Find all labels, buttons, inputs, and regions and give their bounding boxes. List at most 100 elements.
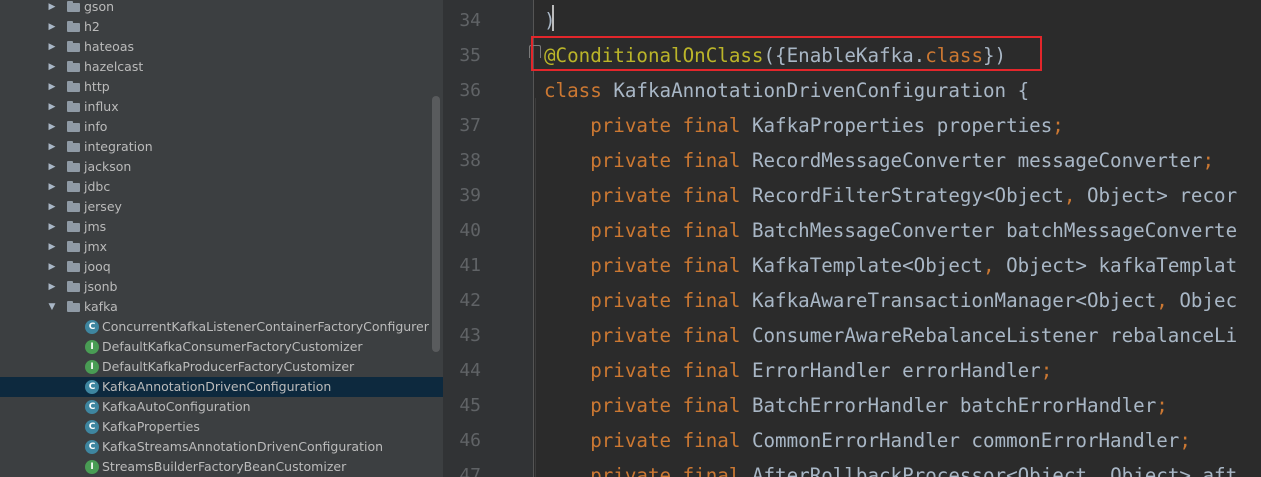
- code-token: KafkaTemplate<Object: [751, 254, 983, 277]
- expand-arrow-right-icon[interactable]: ▶: [47, 120, 57, 134]
- folder-icon: [67, 41, 80, 52]
- folder-icon: [67, 141, 80, 152]
- code-token: ,: [1086, 464, 1111, 477]
- code-text: private final AfterRollbackProcessor<Obj…: [544, 458, 1237, 477]
- tree-folder-jdbc[interactable]: ▶ jdbc: [0, 177, 443, 197]
- code-editor[interactable]: 34) 35 @ConditionalOnClass({EnableKafka.cl…: [443, 0, 1261, 477]
- tree-folder-jsonb[interactable]: ▶ jsonb: [0, 277, 443, 297]
- folder-icon: [67, 201, 80, 212]
- tree-file[interactable]: C KafkaStreamsAnnotationDrivenConfigurati…: [0, 437, 443, 457]
- java-class-icon: C: [85, 400, 99, 414]
- tree-folder-influx[interactable]: ▶ influx: [0, 97, 443, 117]
- tree-folder-jmx[interactable]: ▶ jmx: [0, 237, 443, 257]
- code-line[interactable]: 41 private final KafkaTemplate<Object, O…: [443, 248, 1261, 283]
- expand-arrow-right-icon[interactable]: ▶: [47, 60, 57, 74]
- folder-icon: [67, 181, 80, 192]
- project-tree-panel[interactable]: ▶ gson ▶ h2 ▶ hateoas ▶ hazelcast ▶ http ▶ influx ▶ i…: [0, 0, 443, 477]
- code-line[interactable]: 47 private final AfterRollbackProcessor<…: [443, 458, 1261, 477]
- expand-arrow-right-icon[interactable]: ▶: [47, 180, 57, 194]
- code-token: ErrorHandler errorHandler: [751, 359, 1041, 382]
- code-line[interactable]: 39 private final RecordFilterStrategy<Ob…: [443, 178, 1261, 213]
- code-line[interactable]: 43 private final ConsumerAwareRebalanceL…: [443, 318, 1261, 353]
- code-line[interactable]: 38 private final RecordMessageConverter …: [443, 143, 1261, 178]
- line-number: 38: [459, 150, 481, 171]
- tree-file[interactable]: I DefaultKafkaProducerFactoryCustomizer: [0, 357, 443, 377]
- line-number: 42: [459, 290, 481, 311]
- tree-folder-jooq[interactable]: ▶ jooq: [0, 257, 443, 277]
- folder-icon: [67, 81, 80, 92]
- code-token: Objec: [1179, 289, 1238, 312]
- java-class-icon: C: [85, 320, 99, 334]
- tree-folder-integration[interactable]: ▶ integration: [0, 137, 443, 157]
- expand-arrow-right-icon[interactable]: ▶: [47, 40, 57, 54]
- folder-icon: [67, 241, 80, 252]
- java-interface-icon: I: [85, 460, 99, 474]
- code-line[interactable]: 34): [443, 3, 1261, 38]
- tree-folder-label: jms: [84, 219, 107, 234]
- code-line[interactable]: 40 private final BatchMessageConverter b…: [443, 213, 1261, 248]
- tree-file-selected[interactable]: C KafkaAnnotationDrivenConfiguration: [0, 377, 443, 397]
- tree-file[interactable]: I DefaultKafkaConsumerFactoryCustomizer: [0, 337, 443, 357]
- tree-folder-gson[interactable]: ▶ gson: [0, 0, 443, 17]
- tree-folder-label: hateoas: [84, 39, 134, 54]
- expand-arrow-right-icon[interactable]: ▶: [47, 100, 57, 114]
- tree-folder-hazelcast[interactable]: ▶ hazelcast: [0, 57, 443, 77]
- code-token: private final: [544, 184, 752, 207]
- tree-file[interactable]: C ConcurrentKafkaListenerContainerFactory…: [0, 317, 443, 337]
- code-line[interactable]: 44 private final ErrorHandler errorHandl…: [443, 353, 1261, 388]
- code-token: ;: [1052, 114, 1064, 137]
- tree-folder-label: jooq: [84, 259, 111, 274]
- tree-folder-jms[interactable]: ▶ jms: [0, 217, 443, 237]
- code-line[interactable]: 36 class KafkaAnnotationDrivenConfigurati…: [443, 73, 1261, 108]
- tree-folder-http[interactable]: ▶ http: [0, 77, 443, 97]
- tree-folder-label: jackson: [84, 159, 132, 174]
- code-token: BatchErrorHandler batchErrorHandler: [751, 394, 1157, 417]
- expand-arrow-right-icon[interactable]: ▶: [47, 160, 57, 174]
- code-token: ,: [982, 254, 1007, 277]
- code-line[interactable]: 42 private final KafkaAwareTransactionMa…: [443, 283, 1261, 318]
- annotation-highlight-box: [531, 36, 1042, 71]
- expand-arrow-right-icon[interactable]: ▶: [47, 0, 57, 14]
- code-token: class: [544, 79, 614, 102]
- expand-arrow-right-icon[interactable]: ▶: [47, 200, 57, 214]
- folder-icon: [67, 101, 80, 112]
- tree-folder-jersey[interactable]: ▶ jersey: [0, 197, 443, 217]
- line-number: 39: [459, 185, 481, 206]
- expand-arrow-right-icon[interactable]: ▶: [47, 260, 57, 274]
- tree-file[interactable]: C KafkaProperties: [0, 417, 443, 437]
- line-number: 34: [459, 10, 481, 31]
- expand-arrow-right-icon[interactable]: ▶: [47, 280, 57, 294]
- tree-folder-info[interactable]: ▶ info: [0, 117, 443, 137]
- tree-file[interactable]: C KafkaAutoConfiguration: [0, 397, 443, 417]
- tree-folder-label: integration: [84, 139, 153, 154]
- tree-file[interactable]: I StreamsBuilderFactoryBeanCustomizer: [0, 457, 443, 477]
- line-number: 41: [459, 255, 481, 276]
- expand-arrow-right-icon[interactable]: ▶: [47, 240, 57, 254]
- expand-arrow-right-icon[interactable]: ▶: [47, 80, 57, 94]
- expand-arrow-right-icon[interactable]: ▶: [47, 20, 57, 34]
- java-interface-icon: I: [85, 340, 99, 354]
- java-class-icon: C: [85, 420, 99, 434]
- expand-arrow-down-icon[interactable]: ▼: [47, 300, 57, 314]
- tree-file-label: KafkaAnnotationDrivenConfiguration: [102, 379, 332, 394]
- line-number: 44: [459, 360, 481, 381]
- code-token: private final: [544, 149, 752, 172]
- line-number: 35: [459, 45, 481, 66]
- code-line[interactable]: 46 private final CommonErrorHandler comm…: [443, 423, 1261, 458]
- tree-folder-h2[interactable]: ▶ h2: [0, 17, 443, 37]
- expand-arrow-right-icon[interactable]: ▶: [47, 140, 57, 154]
- code-text: private final KafkaAwareTransactionManag…: [544, 283, 1237, 318]
- folder-icon: [67, 301, 80, 312]
- line-number: 40: [459, 220, 481, 241]
- tree-folder-kafka[interactable]: ▼ kafka: [0, 297, 443, 317]
- code-line[interactable]: 45 private final BatchErrorHandler batch…: [443, 388, 1261, 423]
- folder-icon: [67, 281, 80, 292]
- expand-arrow-right-icon[interactable]: ▶: [47, 220, 57, 234]
- code-token: ;: [1156, 394, 1168, 417]
- tree-folder-hateoas[interactable]: ▶ hateoas: [0, 37, 443, 57]
- code-line[interactable]: 37 private final KafkaProperties propert…: [443, 108, 1261, 143]
- tree-folder-jackson[interactable]: ▶ jackson: [0, 157, 443, 177]
- code-token: Object> kafkaTemplat: [1006, 254, 1238, 277]
- folder-icon: [67, 61, 80, 72]
- tree-scrollbar[interactable]: [432, 96, 440, 352]
